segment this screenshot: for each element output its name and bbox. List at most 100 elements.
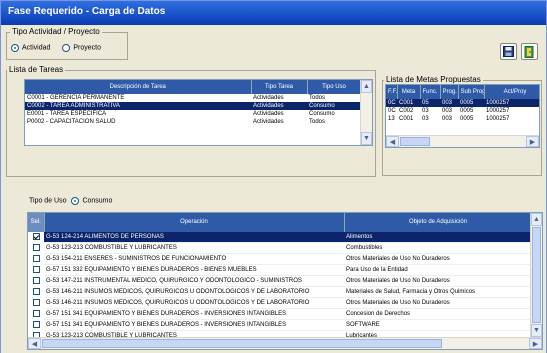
objeto-cell: Otros Materiales de Uso No Duraderos [344,297,532,309]
exit-button[interactable] [521,43,538,60]
descripcion-cell: P0002 - CAPACITACION SALUD [27,119,116,125]
row-checkbox[interactable] [32,233,40,241]
radio-on-icon [71,197,80,205]
scroll-left-icon[interactable]: ◀ [28,338,41,349]
ff-cell: 0C [386,99,397,107]
row-checkbox[interactable] [32,243,40,251]
row-checkbox[interactable] [32,309,40,317]
tareas-vscroll[interactable]: ▲ ▼ [360,80,372,145]
scroll-down-icon[interactable]: ▼ [531,324,542,337]
operaciones-vscroll[interactable]: ▲ ▼ [530,213,542,337]
table-row[interactable]: G-53 146-211 INSUMOS MEDICOS, QUIRURGICO… [28,297,532,309]
col-objeto[interactable]: Objeto de Adquisición [344,213,533,232]
col-descripcion[interactable]: Descripción de Tarea [25,80,252,94]
objeto-cell: Alimentos [344,232,532,243]
table-row[interactable]: C0002 - TAREA ADMINISTRATIVA Actividades C… [25,102,361,110]
col-subprog[interactable]: Sub Prog. [458,85,485,99]
row-checkbox[interactable] [32,254,40,262]
table-row[interactable]: G-53 147-211 INSTRUMENTAL MEDICO, QUIRUR… [28,275,532,287]
operaciones-vscroll-thumb[interactable] [532,227,541,323]
col-meta[interactable]: Meta [397,85,421,99]
tipo-tarea-cell: Actividades [251,102,307,110]
table-row[interactable]: 0C C002 03 003 0005 1000257 [386,107,539,115]
sel-cell [28,319,44,331]
col-prog[interactable]: Prog. [440,85,459,99]
table-row[interactable]: G-57 151 332 EQUIPAMIENTO Y BIENES DURAD… [28,264,532,276]
operaciones-grid: Sel. Operación Objeto de Adquisición G-5… [27,212,543,350]
row-checkbox[interactable] [32,320,40,328]
sel-cell [28,308,44,320]
proyecto-radio[interactable]: Proyecto [62,44,101,52]
consumo-label: Consumo [82,197,113,205]
metas-grid: F.F. Meta Func. Prog. Sub Prog. Act/Proy… [385,84,540,148]
tipo-tarea-cell: Actividades [253,111,284,117]
operaciones-header-row: Sel. Operación Objeto de Adquisición [28,213,533,232]
row-checkbox[interactable] [32,276,40,284]
func-cell: 03 [422,108,429,114]
consumo-radio[interactable]: Consumo [71,197,113,205]
table-row[interactable]: G-53 123-213 COMBUSTIBLE Y LUBRICANTES Co… [28,242,532,254]
scroll-left-icon[interactable]: ◀ [386,136,399,147]
metas-hscroll-thumb[interactable] [400,137,430,146]
objeto-cell: Materiales de Salud, Farmacia y Otros Qu… [344,286,532,298]
scroll-up-icon[interactable]: ▲ [531,213,542,226]
col-tipo-tarea[interactable]: Tipo Tarea [251,80,308,94]
tareas-grid: Descripción de Tarea Tipo Tarea Tipo Uso… [24,79,373,146]
col-actproy[interactable]: Act/Proy [484,85,539,99]
scroll-up-icon[interactable]: ▲ [361,80,372,93]
table-row[interactable]: G-53 124-214 ALIMENTOS DE PERSONAS Alimen… [28,232,532,243]
col-sel[interactable]: Sel. [28,213,45,232]
table-row[interactable]: G-57 151 341 EQUIPAMIENTO Y BIENES DURAD… [28,308,532,320]
proyecto-label: Proyecto [73,44,101,52]
col-func[interactable]: Func. [420,85,441,99]
table-row[interactable]: G-53 154-211 ENSERES - SUMINISTROS DE FU… [28,253,532,265]
actividad-label: Actividad [22,44,51,52]
operacion-cell: G-57 151 332 EQUIPAMIENTO Y BIENES DURAD… [44,264,344,276]
prog-cell: 003 [442,116,453,122]
operacion-cell: G-53 123-213 COMBUSTIBLE Y LUBRICANTES [44,242,344,254]
row-checkbox[interactable] [32,287,40,295]
operaciones-hscroll[interactable]: ◀ ▶ [28,337,542,349]
actividad-radio[interactable]: Actividad [11,44,51,52]
save-button[interactable] [500,43,517,60]
metas-hscroll[interactable]: ◀ ▶ [386,135,539,147]
row-checkbox[interactable] [32,298,40,306]
lista-tareas-group: Lista de Tareas Descripción de Tarea Tip… [6,65,376,177]
objeto-cell: Otros Materiales de Uso No Duraderos [344,275,532,287]
func-cell: 05 [420,99,440,107]
table-row[interactable]: G-57 151 341 EQUIPAMIENTO Y BIENES DURAD… [28,319,532,331]
actproy-cell: 1000257 [486,116,510,122]
operacion-cell: G-53 154-211 ENSERES - SUMINISTROS DE FU… [44,253,344,265]
operacion-cell: G-57 151 341 EQUIPAMIENTO Y BIENES DURAD… [44,319,344,331]
actproy-cell: 1000257 [486,108,510,114]
actproy-cell: 1000257 [484,99,539,107]
col-operacion[interactable]: Operación [44,213,345,232]
tipo-uso-cell: Todos [309,119,326,125]
tareas-header-row: Descripción de Tarea Tipo Tarea Tipo Uso [25,80,362,94]
col-ff[interactable]: F.F. [386,85,398,99]
window-title: Fase Requerido - Carga de Datos [1,1,546,25]
table-row[interactable]: E0001 - TAREA ESPECIFICA Actividades Consu… [25,110,361,118]
operacion-cell: G-53 124-214 ALIMENTOS DE PERSONAS [44,232,344,243]
tipo-uso-label: Tipo de Uso [29,197,67,205]
row-checkbox[interactable] [32,265,40,273]
scroll-right-icon[interactable]: ▶ [526,136,539,147]
table-row[interactable]: G-53 146-211 INSUMOS MEDICOS, QUIRURGICO… [28,286,532,298]
table-row[interactable]: C0001 - GERENCIA PERMANENTE Actividades To… [25,94,361,102]
descripcion-cell: C0002 - TAREA ADMINISTRATIVA [25,102,251,110]
lista-metas-group: Lista de Metas Propuestas F.F. Meta Func… [382,75,542,176]
tipo-actividad-group: Tipo Actividad / Proyecto Actividad Proy… [6,27,128,60]
sel-cell [28,242,44,254]
metas-header-row: F.F. Meta Func. Prog. Sub Prog. Act/Proy [386,85,539,99]
subprog-cell: 0005 [460,116,474,122]
scroll-right-icon[interactable]: ▶ [529,338,542,349]
table-row[interactable]: P0002 - CAPACITACION SALUD Actividades Tod… [25,118,361,126]
operaciones-hscroll-thumb[interactable] [42,339,442,348]
meta-cell: C001 [397,99,420,107]
scroll-down-icon[interactable]: ▼ [361,132,372,145]
sel-cell [28,264,44,276]
table-row[interactable]: 13 C001 03 003 0005 1000257 [386,115,539,123]
sel-cell [28,297,44,309]
col-tipo-uso[interactable]: Tipo Uso [307,80,362,94]
table-row[interactable]: 0C C001 05 003 0005 1000257 [386,99,539,107]
